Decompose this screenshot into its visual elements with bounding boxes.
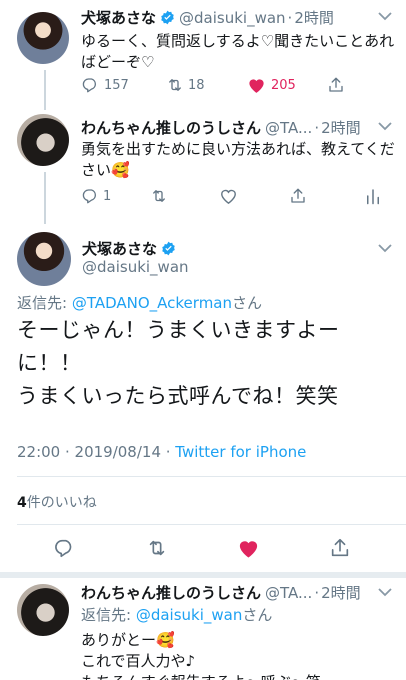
main-tweet-handle-row: @daisuki_wan bbox=[82, 258, 189, 276]
share-button[interactable] bbox=[327, 76, 345, 94]
likes-summary[interactable]: 4件のいいね bbox=[17, 492, 97, 512]
share-icon bbox=[291, 188, 305, 203]
retweet-count: 18 bbox=[188, 77, 205, 93]
tweet3-time[interactable]: 2時間 bbox=[321, 582, 361, 603]
tweet2-name[interactable]: わんちゃん推しのうしさん bbox=[81, 117, 261, 138]
analytics-icon bbox=[367, 189, 379, 205]
like-button[interactable]: 205 bbox=[247, 76, 327, 94]
tweet3-line1: ありがとー🥰 bbox=[81, 631, 175, 649]
tweet1-time[interactable]: 2時間 bbox=[294, 7, 334, 28]
tweet3-line2: これで百人力や♪ bbox=[81, 652, 196, 670]
verified-icon bbox=[161, 10, 174, 25]
tweet3-reply-to: 返信先: @daisuki_wanさん bbox=[81, 604, 272, 625]
likes-count: 4 bbox=[17, 495, 27, 511]
reply-to-mention[interactable]: @daisuki_wan bbox=[136, 606, 243, 624]
retweet-icon bbox=[149, 540, 165, 556]
divider bbox=[17, 476, 406, 477]
reply-to-mention[interactable]: @TADANO_Ackerman bbox=[72, 294, 232, 312]
avatar-ushi[interactable] bbox=[17, 584, 69, 636]
main-tweet-line1: そーじゃん！うまくいきますよー bbox=[17, 318, 340, 342]
analytics-button[interactable] bbox=[365, 187, 381, 205]
avatar-asana-main[interactable] bbox=[17, 232, 71, 286]
tweet2-actions: 1 bbox=[81, 187, 381, 205]
tweet2-time[interactable]: 2時間 bbox=[321, 117, 361, 138]
tweet1-actions: 157 18 205 bbox=[81, 76, 345, 94]
share-button[interactable] bbox=[289, 187, 365, 205]
divider bbox=[17, 524, 406, 525]
tweet1-name[interactable]: 犬塚あさな bbox=[81, 7, 156, 28]
tweet1-handle[interactable]: @daisuki_wan bbox=[179, 9, 286, 27]
tweet1-dot: · bbox=[287, 8, 293, 27]
reply-icon bbox=[55, 539, 72, 558]
tweet1-text: ゆるーく、質問返しするよ♡聞きたいことあればどーぞ♡ bbox=[81, 32, 395, 71]
avatar-ushi[interactable] bbox=[17, 114, 69, 166]
caret-down-icon[interactable] bbox=[378, 11, 392, 21]
share-icon bbox=[331, 538, 349, 557]
reply-to-prefix: 返信先: bbox=[81, 606, 136, 624]
likes-label: 件のいいね bbox=[26, 495, 97, 511]
tweet3-text: ありがとー🥰 これで百人力や♪ もちろんすぐ報告するよ〜呼ぶ〜笑 bbox=[81, 630, 399, 680]
reply-button[interactable]: 1 bbox=[81, 187, 149, 205]
reply-count: 157 bbox=[104, 77, 129, 93]
retweet-button[interactable]: 18 bbox=[165, 76, 247, 94]
tweet3-handle[interactable]: @TA... bbox=[265, 584, 312, 602]
thread-line bbox=[44, 70, 46, 110]
verified-icon bbox=[162, 241, 175, 256]
tweet3-name[interactable]: わんちゃん推しのうしさん bbox=[81, 582, 261, 603]
like-icon bbox=[249, 79, 264, 93]
tweet2-dot: · bbox=[314, 118, 320, 137]
tweet2-text: 勇気を出すために良い方法あれば、教えてください🥰 bbox=[81, 140, 395, 179]
retweet-button[interactable] bbox=[145, 537, 237, 559]
reply-icon bbox=[82, 189, 97, 204]
main-tweet-name[interactable]: 犬塚あさな bbox=[82, 238, 157, 259]
main-tweet-text: そーじゃん！うまくいきますよー に！！ うまくいったら式呼んでね！笑笑 bbox=[17, 314, 397, 413]
reply-to-suffix: さん bbox=[242, 606, 273, 624]
like-button[interactable] bbox=[237, 537, 329, 559]
main-tweet-actions bbox=[53, 537, 351, 559]
share-icon bbox=[329, 77, 343, 92]
reply-to-prefix: 返信先: bbox=[17, 294, 72, 312]
share-button[interactable] bbox=[329, 537, 351, 559]
tweet2-header: わんちゃん推しのうしさん @TA... · 2時間 bbox=[81, 117, 361, 138]
reply-count: 1 bbox=[103, 188, 112, 204]
retweet-button[interactable] bbox=[149, 187, 219, 205]
like-button[interactable] bbox=[219, 187, 289, 205]
retweet-icon bbox=[169, 79, 181, 91]
main-tweet-source[interactable]: Twitter for iPhone bbox=[175, 443, 306, 461]
tweet3-dot: · bbox=[314, 583, 320, 602]
main-tweet-meta: 22:00 · 2019/08/14 · Twitter for iPhone bbox=[17, 443, 306, 461]
main-tweet-timestamp[interactable]: 22:00 · 2019/08/14 · bbox=[17, 443, 175, 461]
thread-line bbox=[44, 172, 46, 224]
tweet2-handle[interactable]: @TA... bbox=[265, 119, 312, 137]
main-tweet-name-row: 犬塚あさな bbox=[82, 238, 176, 259]
main-tweet-line2: に！！ bbox=[17, 351, 82, 375]
main-reply-to: 返信先: @TADANO_Ackermanさん bbox=[17, 292, 262, 313]
caret-down-icon[interactable] bbox=[378, 121, 392, 131]
reply-button[interactable] bbox=[53, 537, 145, 559]
like-icon bbox=[221, 189, 236, 204]
retweet-icon bbox=[153, 190, 165, 202]
reply-to-suffix: さん bbox=[232, 294, 263, 312]
tweet3-header: わんちゃん推しのうしさん @TA... · 2時間 bbox=[81, 582, 361, 603]
like-count: 205 bbox=[271, 77, 296, 93]
tweet3-line3: もちろんすぐ報告するよ〜呼ぶ〜笑 bbox=[81, 672, 399, 680]
reply-icon bbox=[82, 78, 97, 93]
like-icon bbox=[239, 541, 258, 558]
reply-button[interactable]: 157 bbox=[81, 76, 165, 94]
caret-down-icon[interactable] bbox=[378, 243, 392, 253]
divider bbox=[0, 572, 406, 578]
main-tweet-handle[interactable]: @daisuki_wan bbox=[82, 258, 189, 276]
avatar-asana[interactable] bbox=[17, 12, 69, 64]
caret-down-icon[interactable] bbox=[378, 587, 392, 597]
tweet1-header: 犬塚あさな @daisuki_wan · 2時間 bbox=[81, 7, 334, 28]
main-tweet-line3: うまくいったら式呼んでね！笑笑 bbox=[17, 384, 339, 408]
